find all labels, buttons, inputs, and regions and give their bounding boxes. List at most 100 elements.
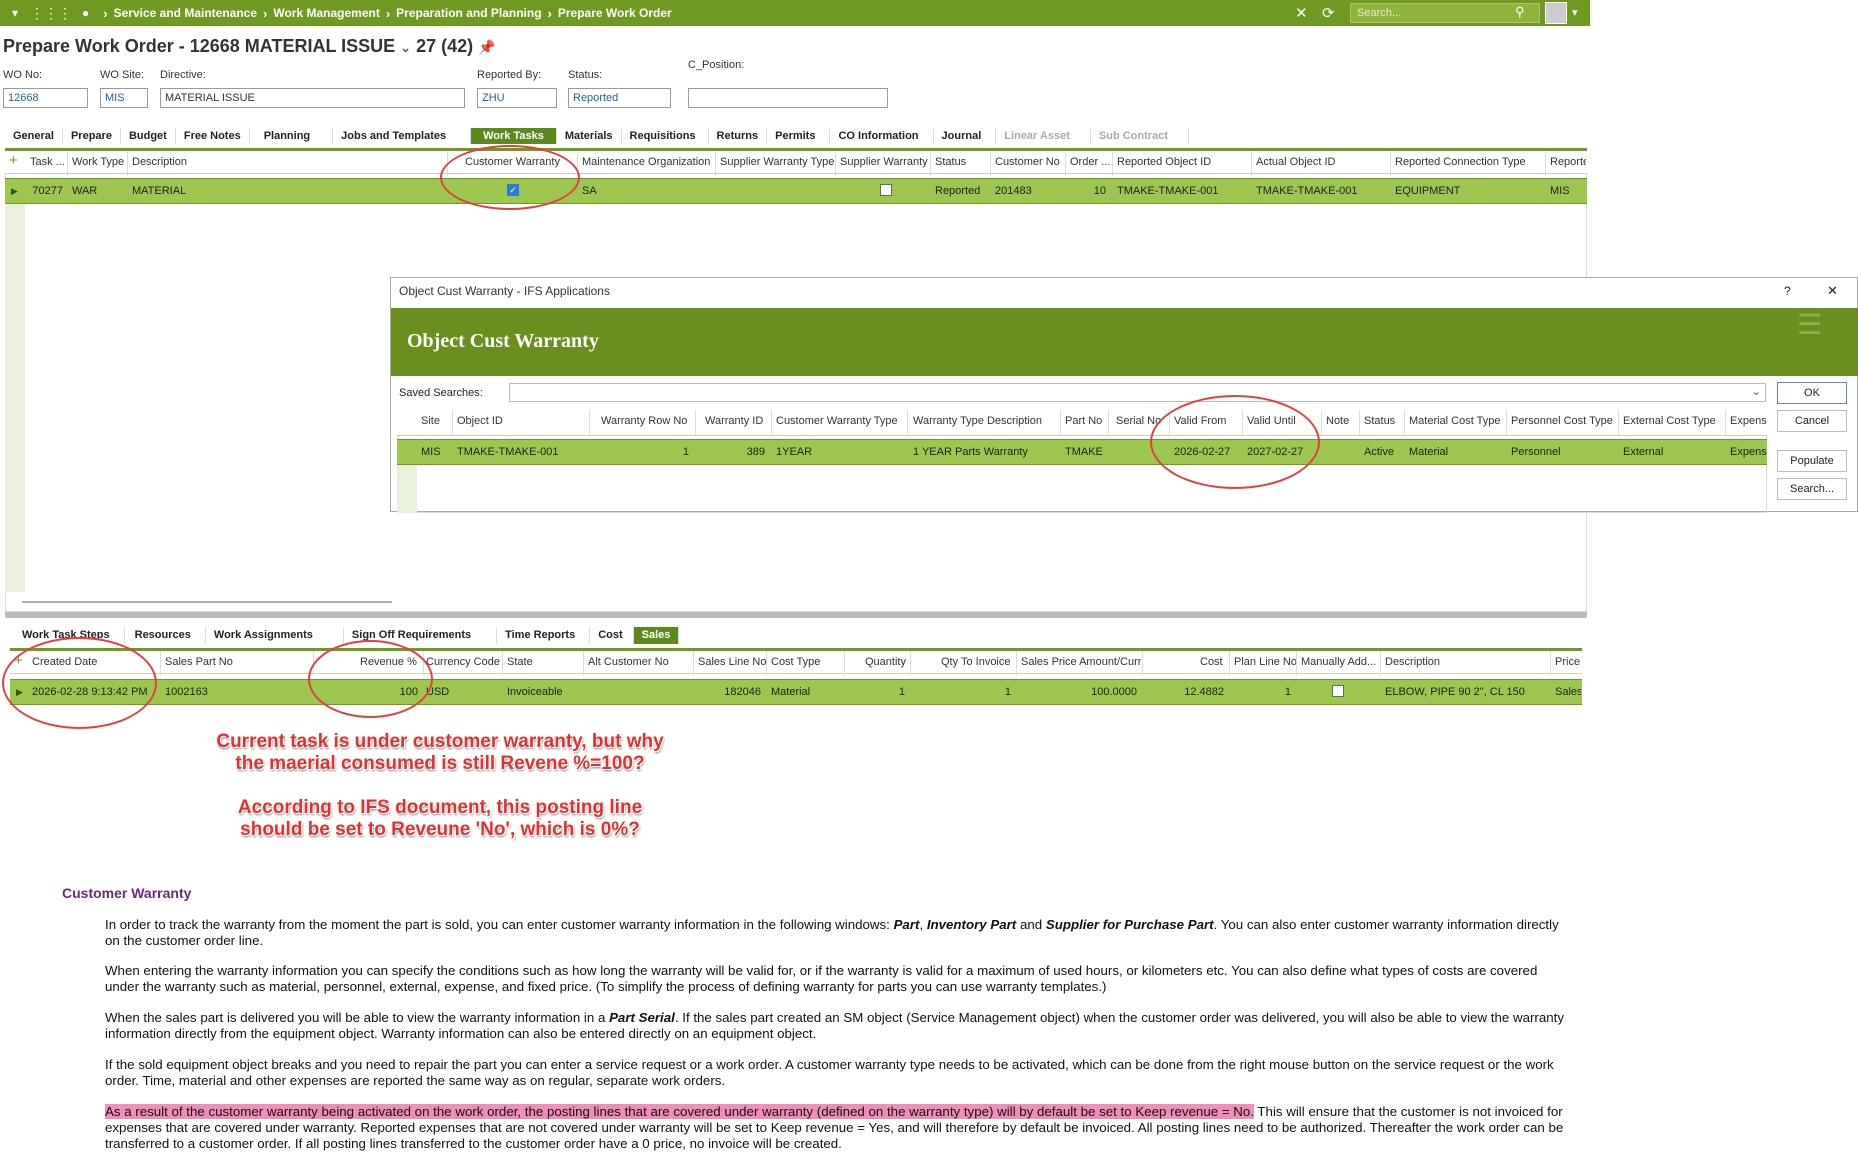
horizontal-scrollbar[interactable] bbox=[22, 601, 392, 603]
tab-linear-asset[interactable]: Linear Asset bbox=[996, 128, 1091, 144]
cell-site[interactable]: MIS bbox=[421, 446, 441, 458]
column-header[interactable]: Task ... bbox=[30, 156, 65, 168]
search-icon[interactable]: ⚲ bbox=[1515, 4, 1525, 20]
ok-button[interactable]: OK bbox=[1777, 382, 1847, 404]
column-header[interactable]: Warranty ID bbox=[705, 415, 763, 427]
column-header[interactable]: Expense bbox=[1730, 415, 1767, 427]
table-row[interactable]: ▶ 2026-02-28 9:13:42 PM 1002163 100 USD … bbox=[10, 679, 1582, 705]
tab-sales[interactable]: Sales bbox=[633, 627, 680, 644]
breadcrumb-item[interactable]: Prepare Work Order bbox=[558, 6, 672, 20]
column-header[interactable]: Sales Part No bbox=[165, 656, 233, 668]
tab-permits[interactable]: Permits bbox=[767, 128, 831, 144]
wo-site-field[interactable]: MIS bbox=[100, 88, 148, 108]
cell-warranty-type-description[interactable]: 1 YEAR Parts Warranty bbox=[913, 446, 1028, 458]
cell-reporte[interactable]: MIS bbox=[1550, 185, 1570, 197]
tab-budget[interactable]: Budget bbox=[121, 128, 176, 144]
cell-actual-object[interactable]: TMAKE-TMAKE-001 bbox=[1256, 185, 1357, 197]
column-header[interactable]: Reported Object ID bbox=[1117, 156, 1211, 168]
app-grid-icon[interactable]: ⋮⋮⋮ bbox=[30, 5, 72, 22]
directive-field[interactable]: MATERIAL ISSUE bbox=[160, 88, 465, 108]
chevron-down-icon[interactable]: ▾ bbox=[1572, 6, 1578, 19]
cell-maint-org[interactable]: SA bbox=[582, 185, 597, 197]
column-header[interactable]: Part No bbox=[1065, 415, 1102, 427]
tab-journal[interactable]: Journal bbox=[934, 128, 997, 144]
column-header[interactable]: Reporte bbox=[1550, 156, 1586, 168]
manually-added-checkbox[interactable] bbox=[1332, 685, 1344, 700]
column-header[interactable]: Maintenance Organization bbox=[582, 156, 714, 168]
tab-requisitions[interactable]: Requisitions bbox=[622, 128, 709, 144]
column-header[interactable]: Sales Price Amount/Curr bbox=[1021, 656, 1141, 668]
column-header[interactable]: Qty To Invoice bbox=[941, 656, 1011, 668]
cell-reported-object[interactable]: TMAKE-TMAKE-001 bbox=[1117, 185, 1218, 197]
column-header[interactable]: Plan Line No bbox=[1234, 656, 1297, 668]
search-button[interactable]: Search... bbox=[1777, 478, 1847, 500]
column-header[interactable]: Personnel Cost Type bbox=[1511, 415, 1613, 427]
column-header[interactable]: Status bbox=[935, 156, 966, 168]
tab-work-assignments[interactable]: Work Assignments bbox=[206, 627, 344, 644]
tab-returns[interactable]: Returns bbox=[709, 128, 768, 144]
column-header[interactable]: Object ID bbox=[457, 415, 503, 427]
cell-connection-type[interactable]: EQUIPMENT bbox=[1395, 185, 1460, 197]
status-field[interactable]: Reported bbox=[568, 88, 671, 108]
tab-resources[interactable]: Resources bbox=[125, 627, 206, 644]
tab-planning[interactable]: Planning bbox=[250, 128, 334, 144]
tab-cost[interactable]: Cost bbox=[590, 627, 634, 644]
cell-status[interactable]: Active bbox=[1364, 446, 1394, 458]
tab-materials[interactable]: Materials bbox=[557, 128, 622, 144]
supplier-warranty-checkbox[interactable] bbox=[880, 184, 892, 199]
chevron-down-icon[interactable]: ⌄ bbox=[400, 40, 411, 55]
breadcrumb-item[interactable]: Service and Maintenance bbox=[114, 6, 257, 20]
column-header[interactable]: Price bbox=[1555, 656, 1580, 668]
cell-sales-line-no[interactable]: 182046 bbox=[698, 686, 761, 698]
wo-no-field[interactable]: 12668 bbox=[3, 88, 88, 108]
cell-external-cost-type[interactable]: External bbox=[1623, 446, 1663, 458]
column-header[interactable]: Quantity bbox=[865, 656, 906, 668]
column-header[interactable]: Description bbox=[132, 156, 187, 168]
column-header[interactable]: Supplier Warranty bbox=[840, 156, 928, 168]
cell-customer-no[interactable]: 201483 bbox=[995, 185, 1032, 197]
cell-task[interactable]: 70277 bbox=[30, 185, 63, 197]
cell-qty-to-invoice[interactable]: 1 bbox=[915, 686, 1011, 698]
refresh-icon[interactable]: ⟳ bbox=[1322, 4, 1335, 22]
populate-button[interactable]: Populate bbox=[1777, 450, 1847, 472]
breadcrumb-item[interactable]: Work Management bbox=[273, 6, 379, 20]
cell-customer-warranty-type[interactable]: 1YEAR bbox=[776, 446, 812, 458]
breadcrumb-item[interactable]: Preparation and Planning bbox=[396, 6, 541, 20]
cell-expense[interactable]: Expense bbox=[1730, 446, 1767, 458]
column-header[interactable]: Alt Customer No bbox=[588, 656, 669, 668]
column-header[interactable]: Material Cost Type bbox=[1409, 415, 1501, 427]
tab-prepare[interactable]: Prepare bbox=[63, 128, 121, 144]
column-header[interactable]: Note bbox=[1326, 415, 1349, 427]
cell-order[interactable]: 10 bbox=[1070, 185, 1106, 197]
avatar[interactable] bbox=[1545, 2, 1567, 24]
help-icon[interactable]: ? bbox=[1784, 284, 1791, 298]
cell-status[interactable]: Reported bbox=[935, 185, 980, 197]
cell-work-type[interactable]: WAR bbox=[72, 185, 97, 197]
dropdown-arrow-icon[interactable]: ▾ bbox=[12, 6, 18, 20]
column-header[interactable]: Reported Connection Type bbox=[1395, 156, 1526, 168]
column-header[interactable]: Actual Object ID bbox=[1256, 156, 1335, 168]
column-header[interactable]: External Cost Type bbox=[1623, 415, 1716, 427]
cell-cost-type[interactable]: Material bbox=[771, 686, 810, 698]
column-header[interactable]: Manually Add... bbox=[1301, 656, 1389, 668]
cell-object-id[interactable]: TMAKE-TMAKE-001 bbox=[457, 446, 558, 458]
cancel-button[interactable]: Cancel bbox=[1777, 410, 1847, 432]
column-header[interactable]: Sales Line No bbox=[698, 656, 767, 668]
column-header[interactable]: Warranty Row No bbox=[601, 415, 687, 427]
table-row[interactable]: ▶ 70277 WAR MATERIAL ✓ SA Reported 20148… bbox=[5, 178, 1587, 204]
search-input[interactable] bbox=[1350, 3, 1540, 23]
column-header[interactable]: Supplier Warranty Type bbox=[720, 156, 834, 168]
cell-state[interactable]: Invoiceable bbox=[507, 686, 563, 698]
column-header[interactable]: Status bbox=[1364, 415, 1395, 427]
tab-work-tasks[interactable]: Work Tasks bbox=[471, 128, 557, 144]
cell-cost[interactable]: 12.4882 bbox=[1147, 686, 1224, 698]
column-header[interactable]: Warranty Type Description bbox=[913, 415, 1042, 427]
column-header[interactable]: Cost bbox=[1200, 656, 1223, 668]
column-header[interactable]: Work Type bbox=[72, 156, 124, 168]
table-row[interactable]: MIS TMAKE-TMAKE-001 1 389 1YEAR 1 YEAR P… bbox=[397, 439, 1767, 465]
cell-description[interactable]: MATERIAL bbox=[132, 185, 186, 197]
close-icon[interactable]: ✕ bbox=[1827, 283, 1838, 299]
tab-general[interactable]: General bbox=[5, 128, 63, 144]
cell-warranty-row-no[interactable]: 1 bbox=[601, 446, 689, 458]
tab-free-notes[interactable]: Free Notes bbox=[176, 128, 250, 144]
